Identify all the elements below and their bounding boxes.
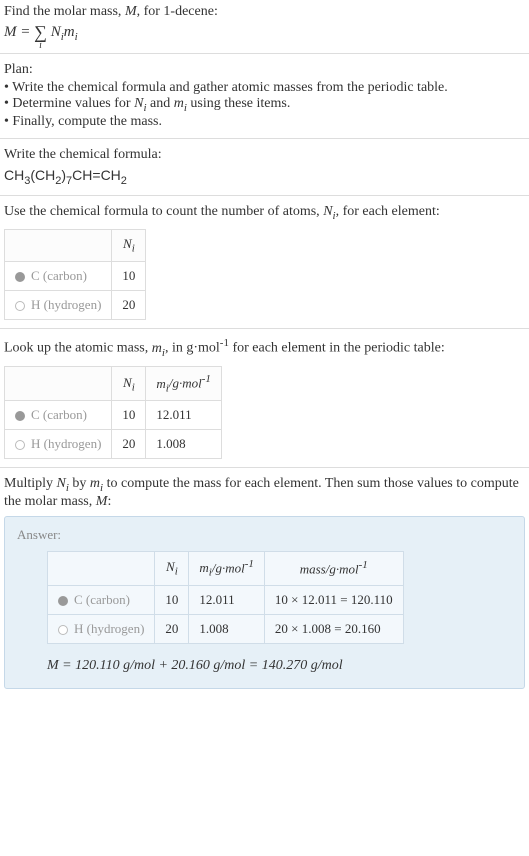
plan-item: Finally, compute the mass. bbox=[4, 114, 525, 130]
dot-icon bbox=[15, 272, 25, 282]
table-row: H (hydrogen) 20 bbox=[5, 290, 146, 319]
table-row: C (carbon) 10 12.011 bbox=[5, 401, 222, 430]
table-header-row: Ni bbox=[5, 230, 146, 262]
atomic-mass-section: Look up the atomic mass, mi, in g·mol-1 … bbox=[0, 329, 529, 468]
m-value: 12.011 bbox=[189, 586, 265, 615]
dot-icon bbox=[15, 440, 25, 450]
dot-icon bbox=[15, 411, 25, 421]
plan-item: Write the chemical formula and gather at… bbox=[4, 80, 525, 96]
chemical-formula: CH3(CH2)7CH=CH2 bbox=[4, 167, 525, 187]
dot-icon bbox=[58, 596, 68, 606]
table-row: C (carbon) 10 bbox=[5, 261, 146, 290]
header-n: Ni bbox=[112, 230, 146, 262]
molar-mass-formula: M = ∑i Nimi bbox=[4, 22, 525, 43]
chem-formula-title: Write the chemical formula: bbox=[4, 147, 525, 163]
table-row: H (hydrogen) 20 1.008 bbox=[5, 430, 222, 459]
multiply-section: Multiply Ni by mi to compute the mass fo… bbox=[0, 468, 529, 697]
dot-icon bbox=[15, 301, 25, 311]
table-row: H (hydrogen) 20 1.008 20 × 1.008 = 20.16… bbox=[48, 615, 404, 644]
n-value: 10 bbox=[112, 401, 146, 430]
atom-count-section: Use the chemical formula to count the nu… bbox=[0, 196, 529, 329]
element-cell: C (carbon) bbox=[48, 586, 155, 615]
plan-section: Plan: Write the chemical formula and gat… bbox=[0, 54, 529, 139]
answer-box: Answer: Ni mi/g·mol-1 mass/g·mol-1 C (ca… bbox=[4, 516, 525, 689]
dot-icon bbox=[58, 625, 68, 635]
m-value: 12.011 bbox=[146, 401, 222, 430]
header-n: Ni bbox=[155, 552, 189, 586]
n-value: 10 bbox=[112, 261, 146, 290]
n-value: 10 bbox=[155, 586, 189, 615]
calc-value: 20 × 1.008 = 20.160 bbox=[264, 615, 403, 644]
answer-label: Answer: bbox=[17, 527, 512, 543]
header-blank bbox=[5, 367, 112, 401]
table-row: C (carbon) 10 12.011 10 × 12.011 = 120.1… bbox=[48, 586, 404, 615]
element-cell: H (hydrogen) bbox=[48, 615, 155, 644]
m-value: 1.008 bbox=[146, 430, 222, 459]
atomic-mass-table: Ni mi/g·mol-1 C (carbon) 10 12.011 H (hy… bbox=[4, 366, 222, 459]
mass-title: Look up the atomic mass, mi, in g·mol-1 … bbox=[4, 337, 525, 358]
element-cell: H (hydrogen) bbox=[5, 430, 112, 459]
n-value: 20 bbox=[112, 430, 146, 459]
element-cell: C (carbon) bbox=[5, 261, 112, 290]
header-m: mi/g·mol-1 bbox=[146, 367, 222, 401]
atom-count-table: Ni C (carbon) 10 H (hydrogen) 20 bbox=[4, 229, 146, 320]
n-value: 20 bbox=[155, 615, 189, 644]
header-m: mi/g·mol-1 bbox=[189, 552, 265, 586]
header-blank bbox=[5, 230, 112, 262]
calc-value: 10 × 12.011 = 120.110 bbox=[264, 586, 403, 615]
intro-text: Find the molar mass, M, for 1-decene: bbox=[4, 4, 525, 20]
multiply-title: Multiply Ni by mi to compute the mass fo… bbox=[4, 476, 525, 510]
plan-list: Write the chemical formula and gather at… bbox=[4, 80, 525, 130]
chemical-formula-section: Write the chemical formula: CH3(CH2)7CH=… bbox=[0, 139, 529, 196]
header-blank bbox=[48, 552, 155, 586]
table-header-row: Ni mi/g·mol-1 mass/g·mol-1 bbox=[48, 552, 404, 586]
count-title: Use the chemical formula to count the nu… bbox=[4, 204, 525, 222]
header-n: Ni bbox=[112, 367, 146, 401]
element-cell: H (hydrogen) bbox=[5, 290, 112, 319]
plan-title: Plan: bbox=[4, 62, 525, 78]
element-cell: C (carbon) bbox=[5, 401, 112, 430]
header-mass: mass/g·mol-1 bbox=[264, 552, 403, 586]
table-header-row: Ni mi/g·mol-1 bbox=[5, 367, 222, 401]
final-result: M = 120.110 g/mol + 20.160 g/mol = 140.2… bbox=[47, 658, 512, 674]
m-value: 1.008 bbox=[189, 615, 265, 644]
plan-item: Determine values for Ni and mi using the… bbox=[4, 96, 525, 114]
n-value: 20 bbox=[112, 290, 146, 319]
intro-section: Find the molar mass, M, for 1-decene: M … bbox=[0, 0, 529, 54]
answer-table: Ni mi/g·mol-1 mass/g·mol-1 C (carbon) 10… bbox=[47, 551, 404, 644]
